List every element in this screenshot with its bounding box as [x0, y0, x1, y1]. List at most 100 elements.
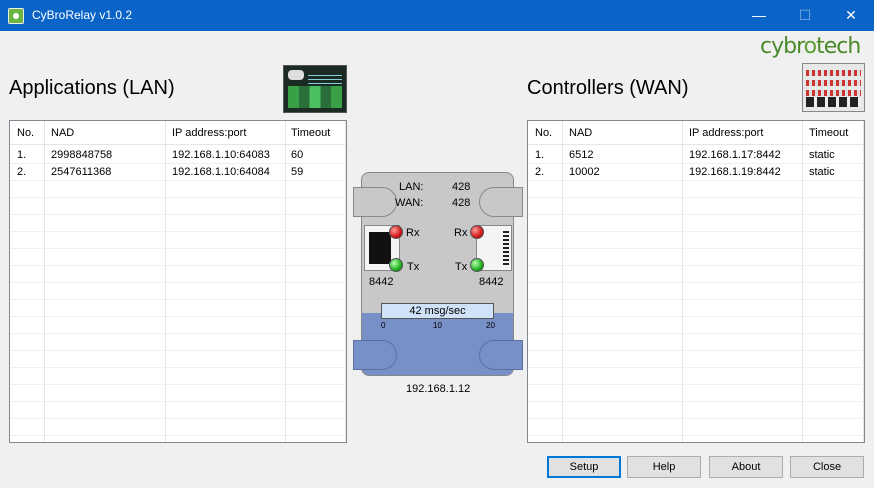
grid-line [10, 248, 346, 249]
lan-connector-right [479, 187, 523, 217]
grid-line [10, 418, 346, 419]
setup-button[interactable]: Setup [547, 456, 621, 478]
cell-timeout: static [809, 166, 835, 178]
column-header[interactable]: NAD [569, 127, 592, 139]
thumbnail-part [806, 70, 861, 76]
table-row[interactable]: 1. 6512 192.168.1.17:8442 static [528, 146, 864, 163]
cell-no: 1. [535, 149, 545, 161]
column-header[interactable]: IP address:port [689, 127, 763, 139]
grid-line [10, 299, 346, 300]
controller-thumbnail-image [802, 63, 865, 112]
cell-ip: 192.168.1.10:64084 [172, 166, 270, 178]
grid-line [528, 265, 864, 266]
lan-connector-left [353, 187, 397, 217]
grid-line [10, 282, 346, 283]
cell-timeout: 60 [291, 149, 304, 161]
wan-connector-right [479, 340, 523, 370]
relay-ip-address: 192.168.1.12 [406, 383, 471, 395]
column-header[interactable]: No. [17, 127, 34, 139]
close-window-button[interactable]: ✕ [828, 0, 874, 31]
wan-title: Controllers (WAN) [527, 77, 689, 99]
maximize-button[interactable]: ☐ [782, 0, 828, 31]
grid-line [10, 350, 346, 351]
thumbnail-part [806, 97, 861, 107]
grid-line [10, 333, 346, 334]
right-rx-label: Rx [454, 227, 468, 239]
logo-part: tech [816, 34, 861, 59]
grid-line [10, 401, 346, 402]
lan-table-header: No. NAD IP address:port Timeout [10, 121, 346, 145]
wan-table[interactable]: No. NAD IP address:port Timeout 1. 6512 … [527, 120, 865, 443]
thumbnail-part [806, 90, 861, 96]
grid-line [528, 435, 864, 436]
grid-line [10, 316, 346, 317]
grid-line [10, 231, 346, 232]
left-port-number: 8442 [369, 276, 394, 288]
cell-ip: 192.168.1.10:64083 [172, 149, 270, 161]
grid-line [10, 384, 346, 385]
right-tx-label: Tx [455, 261, 468, 273]
cell-no: 1. [17, 149, 27, 161]
thumbnail-part [288, 86, 342, 108]
right-port-number: 8442 [479, 276, 504, 288]
rate-scale-min: 0 [381, 321, 386, 330]
help-button[interactable]: Help [627, 456, 701, 478]
right-rx-led-icon [470, 225, 484, 239]
minimize-button[interactable]: — [736, 0, 782, 31]
left-rx-led-icon [389, 225, 403, 239]
rate-scale-max: 20 [486, 321, 495, 330]
column-header[interactable]: No. [535, 127, 552, 139]
title-bar: CyBroRelay v1.0.2 — ☐ ✕ [0, 0, 874, 31]
table-row[interactable]: 2. 2547611368 192.168.1.10:64084 59 [10, 163, 346, 180]
grid-line [528, 197, 864, 198]
grid-line [528, 401, 864, 402]
grid-line [10, 180, 346, 181]
relay-device-graphic: LAN: 428 WAN: 428 Rx Tx 8442 Rx Tx 8442 … [353, 172, 523, 376]
cell-no: 2. [535, 166, 545, 178]
wan-table-header: No. NAD IP address:port Timeout [528, 121, 864, 145]
column-header[interactable]: Timeout [809, 127, 848, 139]
grid-line [528, 180, 864, 181]
grid-line [528, 163, 864, 164]
table-row[interactable]: 1. 2998848758 192.168.1.10:64083 60 [10, 146, 346, 163]
cell-nad: 2998848758 [51, 149, 113, 161]
lan-table[interactable]: No. NAD IP address:port Timeout 1. 29988… [9, 120, 347, 443]
logo-part: o [803, 34, 818, 59]
table-row[interactable]: 2. 10002 192.168.1.19:8442 static [528, 163, 864, 180]
left-rx-label: Rx [406, 227, 420, 239]
grid-line [528, 367, 864, 368]
grid-line [10, 265, 346, 266]
cell-nad: 2547611368 [51, 166, 112, 178]
column-header[interactable]: Timeout [291, 127, 330, 139]
wan-connector-left [353, 340, 397, 370]
grid-line [528, 350, 864, 351]
cybrotech-logo: cybrotech [760, 34, 861, 59]
rate-scale-mid: 10 [433, 321, 442, 330]
right-tx-led-icon [470, 258, 484, 272]
grid-line [10, 214, 346, 215]
logo-part: cybr [760, 34, 805, 59]
app-icon [8, 8, 24, 24]
grid-line [528, 248, 864, 249]
thumbnail-part [288, 70, 304, 80]
grid-line [10, 197, 346, 198]
grid-line [528, 384, 864, 385]
grid-line [10, 435, 346, 436]
cell-timeout: static [809, 149, 835, 161]
cell-ip: 192.168.1.19:8442 [689, 166, 781, 178]
column-header[interactable]: NAD [51, 127, 74, 139]
cell-no: 2. [17, 166, 27, 178]
grid-line [528, 299, 864, 300]
about-button[interactable]: About [709, 456, 783, 478]
left-tx-label: Tx [407, 261, 420, 273]
thumbnail-part [806, 80, 861, 86]
grid-line [528, 214, 864, 215]
wan-count-label: WAN: [395, 197, 424, 209]
close-button[interactable]: Close [790, 456, 864, 478]
cell-timeout: 59 [291, 166, 304, 178]
cell-nad: 10002 [569, 166, 600, 178]
lan-title: Applications (LAN) [9, 77, 175, 99]
window-title: CyBroRelay v1.0.2 [32, 8, 133, 22]
lan-count-label: LAN: [399, 181, 424, 193]
column-header[interactable]: IP address:port [172, 127, 246, 139]
